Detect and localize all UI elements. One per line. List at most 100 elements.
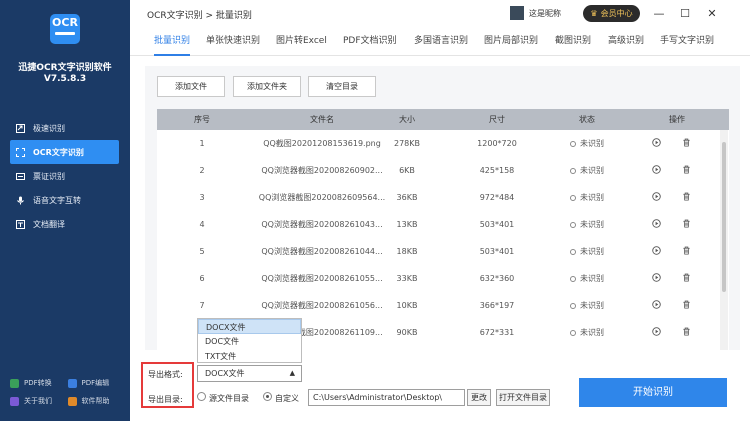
format-select-value: DOCX文件 <box>205 369 245 378</box>
row-filename: QQ浏览器截图2020082609564... <box>258 193 386 202</box>
column-actions: 操作 <box>669 115 685 124</box>
recognize-row-button[interactable] <box>649 211 663 238</box>
custom-dir-radio[interactable] <box>263 392 272 401</box>
logo-bar <box>55 32 75 35</box>
sidebar-item-ticket[interactable]: 票证识别 <box>0 164 130 188</box>
trash-icon <box>682 165 690 174</box>
delete-row-button[interactable] <box>679 211 693 238</box>
caret-up-icon: ▲ <box>289 369 295 377</box>
recognize-row-button[interactable] <box>649 292 663 319</box>
delete-row-button[interactable] <box>679 184 693 211</box>
tab-batch[interactable]: 批量识别 <box>154 28 191 56</box>
tab-image-partial[interactable]: 图片局部识别 <box>484 28 538 56</box>
row-index: 2 <box>199 166 205 175</box>
status-dot-icon <box>570 141 576 147</box>
row-status: 未识别 <box>562 130 612 157</box>
delete-row-button[interactable] <box>679 130 693 157</box>
sidebar-item-shortcut[interactable]: 极速识别 <box>0 116 130 140</box>
footer-row: PDF转换 PDF编辑 <box>10 374 125 392</box>
row-status: 未识别 <box>562 211 612 238</box>
help-icon <box>67 396 77 406</box>
delete-row-button[interactable] <box>679 265 693 292</box>
play-icon <box>651 219 661 228</box>
avatar <box>510 6 524 20</box>
table-row[interactable]: 4 QQ浏览器截图202008261043... 13KB 503*401 未识… <box>157 211 719 238</box>
table-row[interactable]: 5 QQ浏览器截图202008261044... 18KB 503*401 未识… <box>157 238 719 265</box>
recognize-row-button[interactable] <box>649 319 663 346</box>
table-row[interactable]: 3 QQ浏览器截图2020082609564... 36KB 972*484 未… <box>157 184 719 211</box>
sidebar-item-label: 语音文字互转 <box>33 195 81 205</box>
open-dir-button[interactable]: 打开文件目录 <box>496 389 550 406</box>
row-filename: QQ浏览器截图202008261056... <box>261 301 383 310</box>
scroll-thumb[interactable] <box>722 142 726 292</box>
pdf-convert-link[interactable]: PDF转换 <box>10 378 68 388</box>
row-index: 3 <box>199 193 205 202</box>
row-status: 未识别 <box>562 238 612 265</box>
breadcrumb: OCR文字识别 > 批量识别 <box>147 11 252 21</box>
close-button[interactable]: ✕ <box>704 6 720 22</box>
delete-row-button[interactable] <box>679 319 693 346</box>
shortcut-icon <box>16 123 25 133</box>
sidebar-item-translate[interactable]: 文档翻译 <box>0 212 130 236</box>
table-row[interactable]: 1 QQ截图20201208153619.png 278KB 1200*720 … <box>157 130 719 157</box>
recognize-row-button[interactable] <box>649 184 663 211</box>
vip-center-button[interactable]: ♛ 会员中心 <box>583 5 640 22</box>
sidebar-item-label: 文档翻译 <box>33 219 65 229</box>
sidebar-item-ocr[interactable]: OCR文字识别 <box>10 140 119 164</box>
clear-list-button[interactable]: 清空目录 <box>308 76 376 97</box>
status-dot-icon <box>570 330 576 336</box>
row-size: 36KB <box>396 193 418 202</box>
tab-advanced[interactable]: 高级识别 <box>608 28 644 56</box>
translate-icon <box>16 219 25 229</box>
minimize-button[interactable]: — <box>651 6 667 22</box>
tab-image-excel[interactable]: 图片转Excel <box>276 28 327 56</box>
help-link[interactable]: 软件帮助 <box>67 396 126 406</box>
row-size: 10KB <box>396 301 418 310</box>
format-option-docx[interactable]: DOCX文件 <box>198 319 301 334</box>
output-path-input[interactable]: C:\Users\Administrator\Desktop\ <box>308 389 465 406</box>
delete-row-button[interactable] <box>679 238 693 265</box>
tab-single-fast[interactable]: 单张快速识别 <box>206 28 260 56</box>
microphone-icon <box>16 196 25 205</box>
pdf-edit-link[interactable]: PDF编辑 <box>67 378 126 388</box>
table-scrollbar[interactable] <box>720 130 728 350</box>
vip-label: 会员中心 <box>600 9 633 18</box>
status-dot-icon <box>570 195 576 201</box>
maximize-button[interactable]: ☐ <box>677 6 693 22</box>
row-status-text: 未识别 <box>580 166 604 175</box>
add-folder-button[interactable]: 添加文件夹 <box>233 76 301 97</box>
table-row[interactable]: 7 QQ浏览器截图202008261056... 10KB 366*197 未识… <box>157 292 719 319</box>
row-status-text: 未识别 <box>580 220 604 229</box>
delete-row-button[interactable] <box>679 157 693 184</box>
column-index: 序号 <box>194 115 210 124</box>
status-dot-icon <box>570 303 576 309</box>
about-link[interactable]: 关于我们 <box>10 396 68 406</box>
table-row[interactable]: 6 QQ浏览器截图202008261055... 33KB 632*360 未识… <box>157 265 719 292</box>
format-select[interactable]: DOCX文件 ▲ <box>197 365 302 382</box>
pdf-edit-label: PDF编辑 <box>81 379 110 387</box>
row-status: 未识别 <box>562 157 612 184</box>
table-row[interactable]: 2 QQ浏览器截图202008260902... 6KB 425*158 未识别 <box>157 157 719 184</box>
delete-row-button[interactable] <box>679 292 693 319</box>
format-option-doc[interactable]: DOC文件 <box>198 334 301 349</box>
source-dir-radio[interactable] <box>197 392 206 401</box>
start-recognition-button[interactable]: 开始识别 <box>579 378 727 407</box>
tab-pdf[interactable]: PDF文档识别 <box>343 28 397 56</box>
add-file-button[interactable]: 添加文件 <box>157 76 225 97</box>
user-profile[interactable]: 这是昵称 <box>510 6 561 20</box>
recognize-row-button[interactable] <box>649 157 663 184</box>
sidebar-item-voice[interactable]: 语音文字互转 <box>0 188 130 212</box>
column-status: 状态 <box>579 115 595 124</box>
status-dot-icon <box>570 168 576 174</box>
tab-screenshot[interactable]: 截图识别 <box>555 28 591 56</box>
row-status-text: 未识别 <box>580 247 604 256</box>
row-size: 6KB <box>399 166 415 175</box>
change-dir-button[interactable]: 更改 <box>467 389 491 406</box>
recognize-row-button[interactable] <box>649 130 663 157</box>
tab-multi-language[interactable]: 多国语言识别 <box>414 28 468 56</box>
recognize-row-button[interactable] <box>649 265 663 292</box>
tab-handwriting[interactable]: 手写文字识别 <box>660 28 714 56</box>
recognize-row-button[interactable] <box>649 238 663 265</box>
format-option-txt[interactable]: TXT文件 <box>198 349 301 364</box>
row-dimensions: 1200*720 <box>477 139 517 148</box>
